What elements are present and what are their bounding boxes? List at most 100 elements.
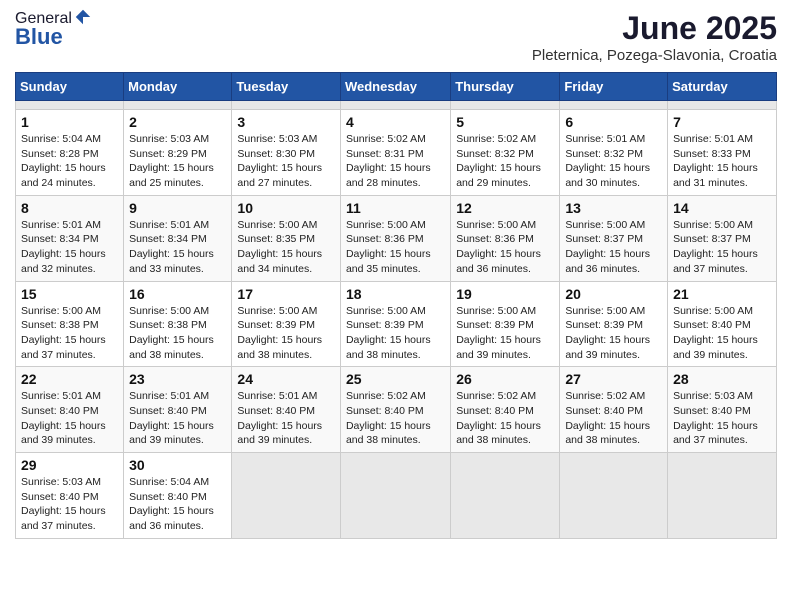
calendar-cell (340, 453, 450, 539)
day-number: 7 (673, 114, 771, 130)
day-number: 21 (673, 286, 771, 302)
month-title: June 2025 (532, 10, 777, 47)
day-info: Sunrise: 5:03 AM Sunset: 8:40 PM Dayligh… (673, 389, 771, 448)
day-info: Sunrise: 5:00 AM Sunset: 8:39 PM Dayligh… (346, 304, 445, 363)
calendar-cell (232, 101, 341, 110)
day-number: 26 (456, 371, 554, 387)
day-info: Sunrise: 5:00 AM Sunset: 8:35 PM Dayligh… (237, 218, 335, 277)
logo: General Blue (15, 10, 92, 50)
calendar-cell: 15 Sunrise: 5:00 AM Sunset: 8:38 PM Dayli… (16, 281, 124, 367)
day-number: 30 (129, 457, 226, 473)
calendar-cell (340, 101, 450, 110)
calendar-cell (16, 101, 124, 110)
day-info: Sunrise: 5:03 AM Sunset: 8:30 PM Dayligh… (237, 132, 335, 191)
day-info: Sunrise: 5:00 AM Sunset: 8:38 PM Dayligh… (21, 304, 118, 363)
column-header-friday: Friday (560, 73, 668, 101)
day-number: 16 (129, 286, 226, 302)
calendar-body: 1 Sunrise: 5:04 AM Sunset: 8:28 PM Daylig… (16, 101, 777, 539)
calendar-cell: 25 Sunrise: 5:02 AM Sunset: 8:40 PM Dayli… (340, 367, 450, 453)
calendar-week-0 (16, 101, 777, 110)
calendar-cell: 29Sunrise: 5:03 AM Sunset: 8:40 PM Dayli… (16, 453, 124, 539)
day-number: 23 (129, 371, 226, 387)
calendar-cell: 10 Sunrise: 5:00 AM Sunset: 8:35 PM Dayli… (232, 195, 341, 281)
day-number: 28 (673, 371, 771, 387)
location: Pleternica, Pozega-Slavonia, Croatia (532, 47, 777, 64)
day-number: 17 (237, 286, 335, 302)
calendar-cell (451, 453, 560, 539)
day-info: Sunrise: 5:00 AM Sunset: 8:38 PM Dayligh… (129, 304, 226, 363)
day-info: Sunrise: 5:01 AM Sunset: 8:40 PM Dayligh… (237, 389, 335, 448)
calendar-cell: 7 Sunrise: 5:01 AM Sunset: 8:33 PM Daylig… (668, 110, 777, 196)
day-number: 22 (21, 371, 118, 387)
calendar-cell: 30 Sunrise: 5:04 AM Sunset: 8:40 PM Dayli… (124, 453, 232, 539)
day-info: Sunrise: 5:04 AM Sunset: 8:40 PM Dayligh… (129, 475, 226, 534)
calendar-cell: 26Sunrise: 5:02 AM Sunset: 8:40 PM Dayli… (451, 367, 560, 453)
day-info: Sunrise: 5:02 AM Sunset: 8:40 PM Dayligh… (346, 389, 445, 448)
calendar-week-2: 8Sunrise: 5:01 AM Sunset: 8:34 PM Daylig… (16, 195, 777, 281)
day-number: 18 (346, 286, 445, 302)
day-number: 5 (456, 114, 554, 130)
day-number: 15 (21, 286, 118, 302)
calendar-cell: 20 Sunrise: 5:00 AM Sunset: 8:39 PM Dayli… (560, 281, 668, 367)
calendar-cell (232, 453, 341, 539)
day-info: Sunrise: 5:00 AM Sunset: 8:37 PM Dayligh… (673, 218, 771, 277)
calendar-cell (560, 101, 668, 110)
calendar-cell: 19Sunrise: 5:00 AM Sunset: 8:39 PM Dayli… (451, 281, 560, 367)
column-header-saturday: Saturday (668, 73, 777, 101)
calendar-cell: 18 Sunrise: 5:00 AM Sunset: 8:39 PM Dayli… (340, 281, 450, 367)
day-number: 19 (456, 286, 554, 302)
day-info: Sunrise: 5:04 AM Sunset: 8:28 PM Dayligh… (21, 132, 118, 191)
calendar-week-5: 29Sunrise: 5:03 AM Sunset: 8:40 PM Dayli… (16, 453, 777, 539)
calendar-week-3: 15 Sunrise: 5:00 AM Sunset: 8:38 PM Dayli… (16, 281, 777, 367)
calendar-cell: 23 Sunrise: 5:01 AM Sunset: 8:40 PM Dayli… (124, 367, 232, 453)
calendar-week-1: 1 Sunrise: 5:04 AM Sunset: 8:28 PM Daylig… (16, 110, 777, 196)
day-info: Sunrise: 5:00 AM Sunset: 8:39 PM Dayligh… (237, 304, 335, 363)
day-number: 14 (673, 200, 771, 216)
day-number: 3 (237, 114, 335, 130)
page-header: General Blue June 2025 Pleternica, Pozeg… (15, 10, 777, 64)
day-number: 10 (237, 200, 335, 216)
day-number: 12 (456, 200, 554, 216)
logo-icon (74, 8, 92, 26)
calendar-cell: 11Sunrise: 5:00 AM Sunset: 8:36 PM Dayli… (340, 195, 450, 281)
calendar-cell: 16 Sunrise: 5:00 AM Sunset: 8:38 PM Dayli… (124, 281, 232, 367)
calendar-cell (668, 101, 777, 110)
calendar-cell: 1 Sunrise: 5:04 AM Sunset: 8:28 PM Daylig… (16, 110, 124, 196)
logo-blue: Blue (15, 24, 92, 50)
column-header-tuesday: Tuesday (232, 73, 341, 101)
calendar-cell (124, 101, 232, 110)
calendar-cell: 21Sunrise: 5:00 AM Sunset: 8:40 PM Dayli… (668, 281, 777, 367)
day-info: Sunrise: 5:00 AM Sunset: 8:36 PM Dayligh… (346, 218, 445, 277)
calendar-cell: 3 Sunrise: 5:03 AM Sunset: 8:30 PM Daylig… (232, 110, 341, 196)
column-header-thursday: Thursday (451, 73, 560, 101)
day-info: Sunrise: 5:01 AM Sunset: 8:33 PM Dayligh… (673, 132, 771, 191)
day-info: Sunrise: 5:02 AM Sunset: 8:40 PM Dayligh… (565, 389, 662, 448)
calendar-cell: 9 Sunrise: 5:01 AM Sunset: 8:34 PM Daylig… (124, 195, 232, 281)
day-info: Sunrise: 5:01 AM Sunset: 8:34 PM Dayligh… (129, 218, 226, 277)
day-info: Sunrise: 5:02 AM Sunset: 8:32 PM Dayligh… (456, 132, 554, 191)
day-number: 9 (129, 200, 226, 216)
column-header-wednesday: Wednesday (340, 73, 450, 101)
calendar-cell: 12 Sunrise: 5:00 AM Sunset: 8:36 PM Dayli… (451, 195, 560, 281)
column-header-monday: Monday (124, 73, 232, 101)
day-info: Sunrise: 5:00 AM Sunset: 8:37 PM Dayligh… (565, 218, 662, 277)
calendar-header-row: SundayMondayTuesdayWednesdayThursdayFrid… (16, 73, 777, 101)
day-info: Sunrise: 5:01 AM Sunset: 8:40 PM Dayligh… (129, 389, 226, 448)
calendar-cell: 27 Sunrise: 5:02 AM Sunset: 8:40 PM Dayli… (560, 367, 668, 453)
day-info: Sunrise: 5:02 AM Sunset: 8:31 PM Dayligh… (346, 132, 445, 191)
day-number: 1 (21, 114, 118, 130)
calendar-cell: 24Sunrise: 5:01 AM Sunset: 8:40 PM Dayli… (232, 367, 341, 453)
day-info: Sunrise: 5:00 AM Sunset: 8:36 PM Dayligh… (456, 218, 554, 277)
day-number: 27 (565, 371, 662, 387)
day-info: Sunrise: 5:00 AM Sunset: 8:39 PM Dayligh… (565, 304, 662, 363)
day-number: 20 (565, 286, 662, 302)
column-header-sunday: Sunday (16, 73, 124, 101)
calendar-cell: 5 Sunrise: 5:02 AM Sunset: 8:32 PM Daylig… (451, 110, 560, 196)
calendar-cell (560, 453, 668, 539)
calendar-cell: 22 Sunrise: 5:01 AM Sunset: 8:40 PM Dayli… (16, 367, 124, 453)
calendar-cell (668, 453, 777, 539)
calendar-cell: 2Sunrise: 5:03 AM Sunset: 8:29 PM Daylig… (124, 110, 232, 196)
day-number: 4 (346, 114, 445, 130)
day-info: Sunrise: 5:01 AM Sunset: 8:40 PM Dayligh… (21, 389, 118, 448)
day-number: 25 (346, 371, 445, 387)
